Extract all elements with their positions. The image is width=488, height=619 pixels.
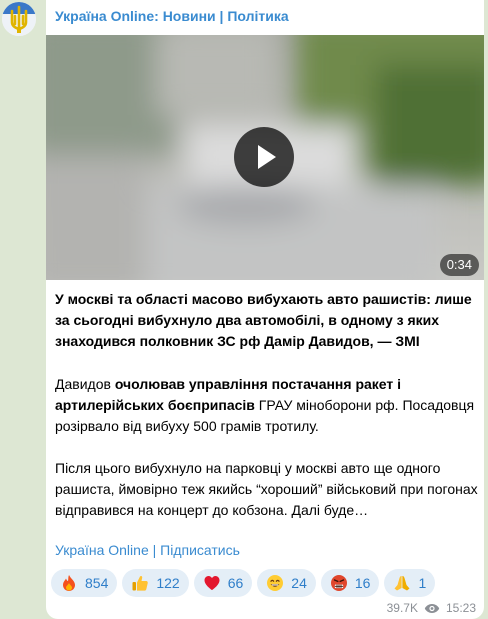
thumbs-up-icon [132, 576, 149, 591]
play-icon [258, 145, 276, 169]
reaction-count: 66 [227, 575, 244, 591]
eye-icon [424, 603, 440, 613]
message-paragraph-2: Давидов очолював управління постачання р… [55, 374, 479, 437]
angry-face-icon [330, 575, 347, 591]
channel-title[interactable]: Україна Online: Новини | Політика [55, 8, 289, 24]
video-thumbnail[interactable]: 0:34 [46, 35, 484, 280]
footer-links: Україна Online | Підписатись [55, 542, 240, 558]
reaction-count: 1 [418, 575, 427, 591]
message-bubble: Україна Online: Новини | Політика 0:34 У… [46, 0, 484, 619]
fire-icon [63, 575, 75, 591]
message-headline: У москві та області масово вибухають авт… [55, 291, 472, 349]
subscribe-link[interactable]: Підписатись [160, 542, 240, 558]
play-button[interactable] [234, 127, 294, 187]
reaction-fire[interactable]: 854 [51, 569, 118, 597]
praying-hands-icon [394, 575, 410, 591]
reaction-praying-hands[interactable]: 1 [384, 569, 436, 597]
message-meta: 39.7K 15:23 [387, 601, 476, 615]
link-separator: | [148, 542, 161, 558]
reaction-count: 16 [354, 575, 371, 591]
message-time: 15:23 [445, 601, 476, 615]
video-duration: 0:34 [439, 254, 479, 276]
view-count: 39.7K [386, 601, 418, 615]
channel-avatar[interactable] [2, 2, 36, 36]
reactions-bar: 854 122 66 24 16 1 [51, 569, 436, 597]
reaction-count: 122 [156, 575, 180, 591]
message-paragraph-3: Після цього вибухнуло на парковці у моск… [55, 460, 478, 518]
channel-link[interactable]: Україна Online [55, 542, 149, 558]
reaction-thumbs-up[interactable]: 122 [122, 569, 189, 597]
grinning-face-icon [267, 575, 284, 591]
heart-icon [204, 576, 220, 590]
reaction-angry-face[interactable]: 16 [320, 569, 380, 597]
reaction-count: 854 [85, 575, 109, 591]
paragraph-2-start: Давидов [55, 376, 115, 392]
trident-logo-icon [2, 2, 36, 36]
reaction-heart[interactable]: 66 [193, 569, 253, 597]
reaction-grinning-face[interactable]: 24 [257, 569, 316, 597]
reaction-count: 24 [291, 575, 307, 591]
